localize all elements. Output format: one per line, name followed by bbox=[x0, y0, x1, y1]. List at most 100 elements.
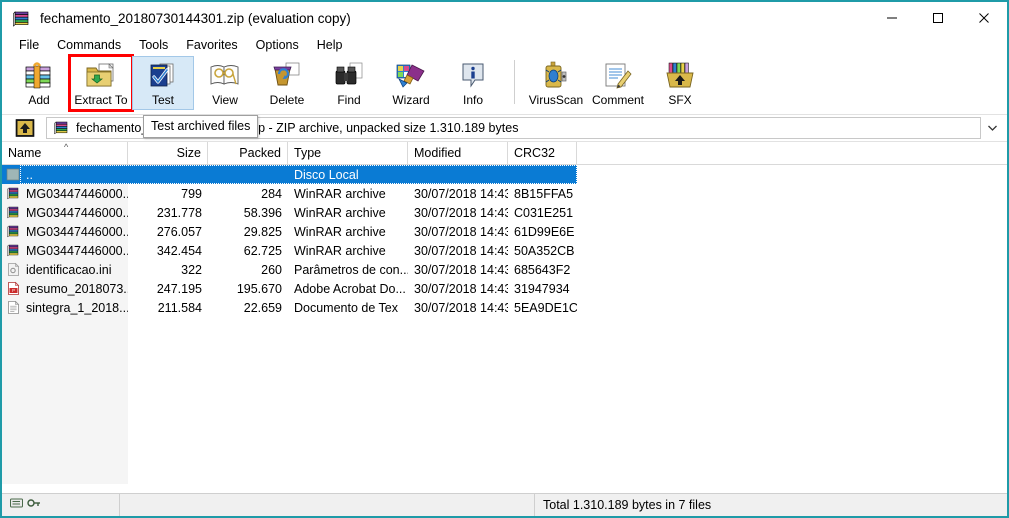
cell-size: 211.584 bbox=[157, 300, 202, 315]
svg-text:P: P bbox=[12, 288, 15, 293]
menu-item-commands[interactable]: Commands bbox=[48, 36, 130, 54]
table-row[interactable]: MG03447446000... 342.454 62.725 WinRAR a… bbox=[2, 241, 1007, 260]
cell-size: 247.195 bbox=[156, 281, 202, 296]
column-header-packed[interactable]: Packed bbox=[208, 142, 288, 164]
disk-icon bbox=[10, 496, 24, 514]
extract-to-icon bbox=[84, 60, 118, 91]
cell-type: WinRAR archive bbox=[294, 205, 386, 220]
cell-size: 231.778 bbox=[156, 205, 202, 220]
view-icon bbox=[208, 60, 242, 91]
comment-button[interactable]: Comment bbox=[587, 56, 649, 110]
table-row[interactable]: MG03447446000... 276.057 29.825 WinRAR a… bbox=[2, 222, 1007, 241]
info-button-label: Info bbox=[462, 93, 483, 107]
cell-name-text: .. bbox=[26, 167, 33, 182]
add-button[interactable]: Add bbox=[8, 56, 70, 110]
close-button[interactable] bbox=[961, 2, 1007, 34]
column-header-name[interactable]: Name ^ bbox=[2, 142, 128, 164]
cell-name-text: MG03447446000... bbox=[26, 186, 128, 201]
extract-to-button[interactable]: Extract To bbox=[68, 54, 134, 112]
winrar-archive-icon bbox=[6, 186, 21, 201]
cell-crc32: 61D99E6E bbox=[514, 224, 575, 239]
table-row[interactable]: .. Disco Local bbox=[2, 165, 577, 184]
window-controls bbox=[869, 2, 1007, 34]
status-total: Total 1.310.189 bytes in 7 files bbox=[543, 498, 712, 512]
cell-name-text: identificacao.ini bbox=[26, 262, 112, 277]
cell-packed bbox=[208, 165, 288, 184]
cell-crc32: 8B15FFA5 bbox=[514, 186, 574, 201]
column-header-type[interactable]: Type bbox=[288, 142, 408, 164]
cell-modified: 30/07/2018 14:43 bbox=[414, 243, 508, 258]
cell-size: 342.454 bbox=[156, 243, 202, 258]
cell-modified: 30/07/2018 14:43 bbox=[414, 186, 508, 201]
virusscan-button[interactable]: VirusScan bbox=[525, 56, 587, 110]
cell-name: sintegra_1_2018... bbox=[2, 298, 128, 317]
winrar-window: fechamento_20180730144301.zip (evaluatio… bbox=[0, 0, 1009, 518]
test-button[interactable]: Test bbox=[132, 56, 194, 110]
find-icon bbox=[332, 60, 366, 91]
cell-name: P resumo_2018073... bbox=[2, 279, 128, 298]
minimize-button[interactable] bbox=[869, 2, 915, 34]
cell-name-text: sintegra_1_2018... bbox=[26, 300, 128, 315]
wizard-button[interactable]: Wizard bbox=[380, 56, 442, 110]
table-row[interactable]: identificacao.ini 322 260 Parâmetros de … bbox=[2, 260, 1007, 279]
table-row[interactable]: sintegra_1_2018... 211.584 22.659 Docume… bbox=[2, 298, 1007, 317]
winrar-books-icon bbox=[12, 8, 32, 28]
menu-item-tools[interactable]: Tools bbox=[130, 36, 177, 54]
view-button[interactable]: View bbox=[194, 56, 256, 110]
file-rows: .. Disco Local MG03447446000... 799 284 … bbox=[2, 165, 1007, 317]
maximize-button[interactable] bbox=[915, 2, 961, 34]
table-row[interactable]: MG03447446000... 799 284 WinRAR archive … bbox=[2, 184, 1007, 203]
comment-icon bbox=[601, 60, 635, 91]
title-bar: fechamento_20180730144301.zip (evaluatio… bbox=[2, 2, 1007, 34]
up-one-level-button[interactable] bbox=[12, 117, 38, 139]
menu-item-favorites[interactable]: Favorites bbox=[177, 36, 246, 54]
cell-type: Documento de Tex bbox=[294, 300, 398, 315]
cell-crc32: 50A352CB bbox=[514, 243, 575, 258]
find-button[interactable]: Find bbox=[318, 56, 380, 110]
cell-type: WinRAR archive bbox=[294, 243, 386, 258]
chevron-down-icon[interactable] bbox=[981, 117, 1003, 139]
column-header-size[interactable]: Size bbox=[128, 142, 208, 164]
cell-crc32: 5EA9DE1C bbox=[514, 300, 577, 315]
column-headers: Name ^ Size Packed Type Modified CRC32 bbox=[2, 142, 1007, 165]
table-row[interactable]: P resumo_2018073... 247.195 195.670 Adob… bbox=[2, 279, 1007, 298]
sfx-button-label: SFX bbox=[668, 93, 692, 107]
cell-packed: 62.725 bbox=[243, 243, 282, 258]
wizard-icon bbox=[394, 60, 428, 91]
folder-up-icon bbox=[6, 167, 21, 182]
cell-type: WinRAR archive bbox=[294, 186, 386, 201]
toolbar-separator bbox=[514, 60, 515, 104]
menu-bar: File Commands Tools Favorites Options He… bbox=[2, 34, 1007, 56]
delete-button[interactable]: Delete bbox=[256, 56, 318, 110]
test-button-label: Test bbox=[151, 93, 174, 107]
menu-item-options[interactable]: Options bbox=[247, 36, 308, 54]
cell-name: identificacao.ini bbox=[2, 260, 128, 279]
cell-name: .. bbox=[2, 165, 128, 184]
status-message-area bbox=[120, 494, 535, 516]
cell-modified: 30/07/2018 14:43 bbox=[414, 300, 508, 315]
menu-item-file[interactable]: File bbox=[10, 36, 48, 54]
cell-modified: 30/07/2018 14:43 bbox=[414, 224, 508, 239]
add-button-label: Add bbox=[28, 93, 50, 107]
sfx-button[interactable]: SFX bbox=[649, 56, 711, 110]
cell-name-text: MG03447446000... bbox=[26, 205, 128, 220]
info-button[interactable]: Info bbox=[442, 56, 504, 110]
status-bar: Total 1.310.189 bytes in 7 files bbox=[2, 493, 1007, 516]
cell-packed: 284 bbox=[261, 186, 282, 201]
cell-modified: 30/07/2018 14:43 bbox=[414, 205, 508, 220]
toolbar: Add Extract To Test View Delete Find Wiz… bbox=[2, 54, 1007, 115]
winrar-archive-icon bbox=[6, 224, 21, 239]
cell-packed: 22.659 bbox=[243, 300, 282, 315]
window-title: fechamento_20180730144301.zip (evaluatio… bbox=[40, 10, 351, 26]
delete-icon bbox=[270, 60, 304, 91]
sfx-icon bbox=[663, 60, 697, 91]
table-row[interactable]: MG03447446000... 231.778 58.396 WinRAR a… bbox=[2, 203, 1007, 222]
column-header-crc32[interactable]: CRC32 bbox=[508, 142, 577, 164]
cell-name: MG03447446000... bbox=[2, 241, 128, 260]
view-button-label: View bbox=[212, 93, 238, 107]
column-header-modified[interactable]: Modified bbox=[408, 142, 508, 164]
virusscan-button-label: VirusScan bbox=[528, 93, 584, 107]
menu-item-help[interactable]: Help bbox=[308, 36, 352, 54]
comment-button-label: Comment bbox=[591, 93, 644, 107]
extract-to-button-label: Extract To bbox=[74, 93, 128, 107]
